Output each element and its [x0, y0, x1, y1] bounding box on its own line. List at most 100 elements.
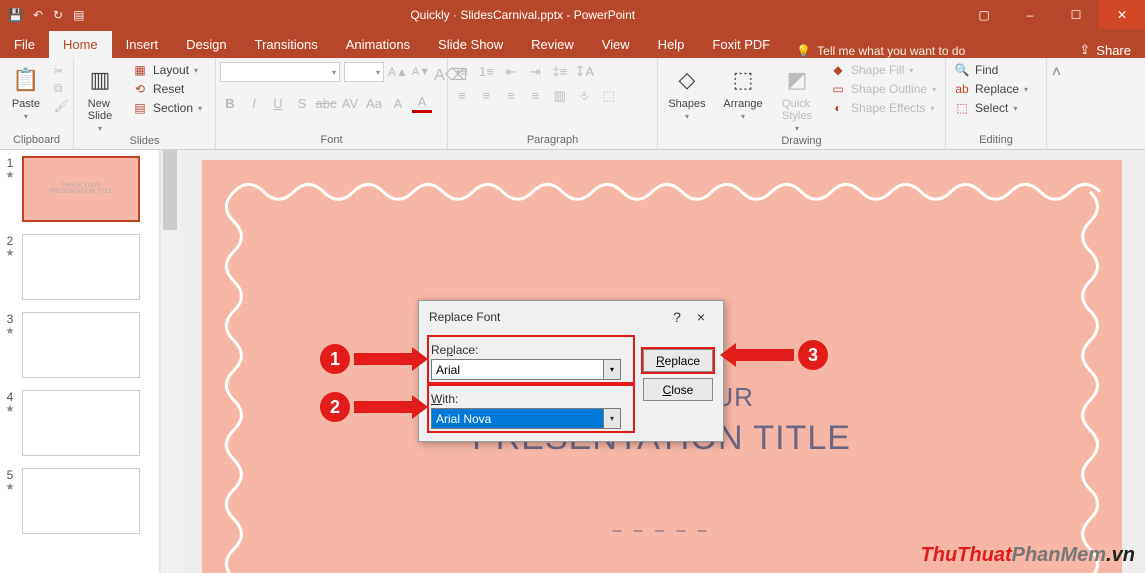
- replace-font-combo[interactable]: Arial ▾: [431, 359, 621, 380]
- maximize-icon[interactable]: ☐: [1053, 0, 1099, 29]
- replace-button[interactable]: abReplace▾: [950, 81, 1032, 97]
- collapse-ribbon-icon[interactable]: ˄: [1046, 58, 1066, 149]
- replace-label: Replace: [975, 82, 1019, 96]
- thumb-number: 3★: [4, 312, 16, 378]
- shadow-icon[interactable]: S: [292, 93, 312, 113]
- new-slide-button[interactable]: ▥ New Slide ▾: [78, 62, 122, 133]
- tab-view[interactable]: View: [588, 31, 644, 58]
- outdent-icon[interactable]: ⇤: [501, 63, 521, 81]
- copy-icon[interactable]: ⧉: [54, 81, 69, 96]
- linespace-icon[interactable]: ‡≡: [550, 62, 570, 80]
- align-center-icon[interactable]: ≡: [476, 87, 496, 105]
- text-direction-icon[interactable]: ↧A: [574, 63, 594, 81]
- shape-outline-button[interactable]: ▭Shape Outline▾: [826, 81, 940, 97]
- dialog-close-icon[interactable]: ×: [689, 309, 713, 325]
- share-icon: ⇪: [1079, 42, 1090, 58]
- select-icon: ⬚: [954, 101, 970, 115]
- tab-design[interactable]: Design: [172, 31, 240, 58]
- grow-font-icon[interactable]: A▲: [388, 62, 408, 85]
- font-size-input[interactable]: ▾: [344, 62, 384, 82]
- section-button[interactable]: ▤Section▾: [128, 100, 206, 116]
- annotation-3: 3: [734, 340, 828, 370]
- cut-icon[interactable]: ✂: [54, 64, 69, 78]
- arrow-right-icon: [354, 401, 414, 413]
- bold-icon[interactable]: B: [220, 93, 240, 113]
- tab-help[interactable]: Help: [644, 31, 699, 58]
- font-color-icon[interactable]: A: [412, 93, 432, 113]
- highlight-icon[interactable]: A: [388, 93, 408, 113]
- arrow-left-icon: [734, 349, 794, 361]
- group-editing-label: Editing: [950, 132, 1042, 149]
- slide-thumb-2[interactable]: 2★: [4, 234, 155, 300]
- dialog-help-icon[interactable]: ?: [665, 309, 689, 325]
- start-slideshow-icon[interactable]: ▤: [73, 8, 84, 22]
- tellme[interactable]: 💡Tell me what you want to do: [784, 44, 977, 58]
- align-text-icon[interactable]: ⎀: [574, 87, 594, 105]
- minimize-icon[interactable]: –: [1007, 0, 1053, 29]
- align-left-icon[interactable]: ≡: [452, 87, 472, 105]
- slide-thumb-1[interactable]: 1★THIS IS YOURPRESENTATION TITLE: [4, 156, 155, 222]
- indent-icon[interactable]: ⇥: [525, 63, 545, 81]
- tab-slideshow[interactable]: Slide Show: [424, 31, 517, 58]
- tab-insert[interactable]: Insert: [112, 31, 173, 58]
- align-right-icon[interactable]: ≡: [501, 87, 521, 105]
- new-slide-label: New Slide: [88, 98, 112, 122]
- spacing-icon[interactable]: AV: [340, 93, 360, 113]
- quickstyles-button[interactable]: ◩ Quick Styles▾: [774, 62, 820, 133]
- tab-foxit[interactable]: Foxit PDF: [698, 31, 784, 58]
- with-font-combo[interactable]: Arial Nova ▾: [431, 408, 621, 429]
- group-slides-label: Slides: [78, 133, 211, 150]
- share-button[interactable]: ⇪Share: [1065, 42, 1145, 58]
- find-icon: 🔍: [954, 63, 970, 77]
- shapes-button[interactable]: ◇ Shapes▾: [662, 62, 712, 121]
- underline-icon[interactable]: U: [268, 93, 288, 113]
- columns-icon[interactable]: ▥: [550, 87, 570, 105]
- tab-animations[interactable]: Animations: [332, 31, 424, 58]
- slide-thumbnails: 1★THIS IS YOURPRESENTATION TITLE 2★ 3★ 4★ 5★: [0, 150, 160, 573]
- arrange-button[interactable]: ⬚ Arrange▾: [718, 62, 768, 121]
- tab-transitions[interactable]: Transitions: [241, 31, 332, 58]
- annotation-2: 2: [320, 392, 414, 422]
- reset-icon: ⟲: [132, 82, 148, 96]
- shape-effects-button[interactable]: ◐Shape Effects▾: [826, 100, 940, 116]
- undo-icon[interactable]: ↶: [33, 8, 43, 22]
- smartart-icon[interactable]: ⬚: [599, 87, 619, 105]
- thumb-number: 1★: [4, 156, 16, 222]
- close-icon[interactable]: ✕: [1099, 0, 1145, 29]
- layout-label: Layout: [153, 63, 189, 77]
- find-button[interactable]: 🔍Find: [950, 62, 1032, 78]
- chevron-down-icon[interactable]: ▾: [603, 409, 620, 428]
- italic-icon[interactable]: I: [244, 93, 264, 113]
- replace-label: Replace:: [431, 343, 631, 357]
- shape-fill-button[interactable]: ◆Shape Fill▾: [826, 62, 940, 78]
- dialog-replace-button[interactable]: Replace: [643, 349, 713, 372]
- strike-icon[interactable]: abc: [316, 93, 336, 113]
- chevron-down-icon[interactable]: ▾: [603, 360, 620, 379]
- save-icon[interactable]: 💾: [8, 8, 23, 22]
- reset-button[interactable]: ⟲Reset: [128, 81, 206, 97]
- dialog-close-button[interactable]: Close: [643, 378, 713, 401]
- thumb-scrollbar[interactable]: [160, 150, 178, 573]
- tab-review[interactable]: Review: [517, 31, 588, 58]
- thumb-preview: [22, 234, 140, 300]
- layout-button[interactable]: ▦Layout▾: [128, 62, 206, 78]
- paste-button[interactable]: 📋 Paste ▾: [4, 62, 48, 121]
- select-button[interactable]: ⬚Select▾: [950, 100, 1032, 116]
- bulb-icon: 💡: [796, 44, 811, 58]
- justify-icon[interactable]: ≡: [525, 87, 545, 105]
- slide-thumb-4[interactable]: 4★: [4, 390, 155, 456]
- fill-label: Shape Fill: [851, 63, 904, 77]
- redo-icon[interactable]: ↻: [53, 8, 63, 22]
- shrink-font-icon[interactable]: A▼: [412, 62, 430, 85]
- bullets-icon[interactable]: •≡: [452, 62, 472, 80]
- font-family-input[interactable]: ▾: [220, 62, 340, 82]
- tab-home[interactable]: Home: [49, 31, 112, 58]
- ribbon-options-icon[interactable]: ▢: [961, 0, 1007, 29]
- format-painter-icon[interactable]: 🖌: [54, 99, 69, 113]
- thumb-preview: [22, 390, 140, 456]
- numbering-icon[interactable]: 1≡: [476, 62, 496, 80]
- slide-thumb-3[interactable]: 3★: [4, 312, 155, 378]
- case-icon[interactable]: Aa: [364, 93, 384, 113]
- slide-thumb-5[interactable]: 5★: [4, 468, 155, 534]
- tab-file[interactable]: File: [0, 31, 49, 58]
